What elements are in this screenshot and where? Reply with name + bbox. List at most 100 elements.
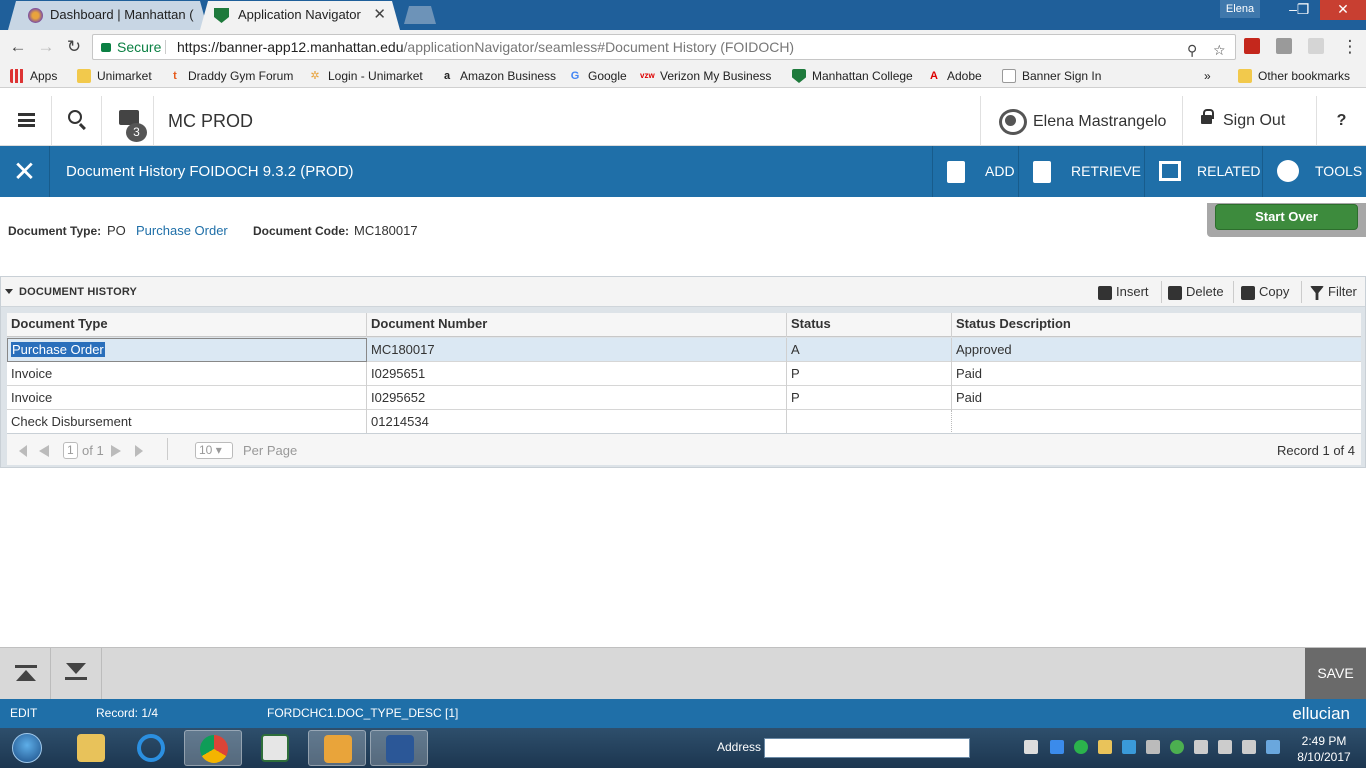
display-icon[interactable] — [1266, 740, 1280, 754]
document-type-cell[interactable]: Check Disbursement — [7, 410, 367, 434]
document-type-cell[interactable]: Purchase Order — [7, 338, 367, 362]
insert-button[interactable]: Insert — [1098, 284, 1149, 300]
browser-tab-dashboard[interactable]: Dashboard | Manhattan ( — [8, 1, 208, 30]
new-tab-button[interactable] — [404, 6, 436, 24]
secure-indicator[interactable]: Secure — [101, 35, 161, 59]
status-cell[interactable] — [787, 410, 952, 434]
mail-icon[interactable] — [1098, 740, 1112, 754]
other-bookmarks[interactable]: Other bookmarks — [1238, 68, 1350, 84]
delete-button[interactable]: Delete — [1168, 284, 1224, 300]
reload-icon[interactable]: ↻ — [64, 37, 84, 57]
window-close-icon[interactable]: ✕ — [1320, 0, 1366, 20]
flag-icon[interactable] — [1024, 740, 1038, 754]
status-cell[interactable]: P — [787, 362, 952, 386]
tab-title: Dashboard | Manhattan ( — [50, 7, 194, 22]
volume-icon[interactable] — [1242, 740, 1256, 754]
filter-button[interactable]: Filter — [1310, 284, 1357, 300]
bookmark-google[interactable]: G Google — [568, 68, 627, 84]
first-page-icon[interactable] — [19, 445, 27, 457]
status-cell[interactable]: P — [787, 386, 952, 410]
browser-profile-name[interactable]: Elena — [1220, 0, 1260, 18]
status-description-cell[interactable]: Paid — [952, 362, 1361, 386]
document-number-cell[interactable]: I0295652 — [367, 386, 787, 410]
copy-button[interactable]: Copy — [1241, 284, 1289, 300]
sync-icon[interactable] — [1074, 740, 1088, 754]
search-button[interactable] — [52, 96, 102, 146]
related-button[interactable]: RELATED — [1144, 146, 1262, 197]
bookmarks-overflow-button[interactable]: » — [1204, 68, 1211, 84]
table-row[interactable]: Invoice I0295651 P Paid — [7, 362, 1361, 386]
security-icon[interactable] — [1170, 740, 1184, 754]
address-toolbar-input[interactable] — [764, 738, 970, 758]
chrome-menu-icon[interactable]: ⋮ — [1340, 37, 1360, 57]
bookmark-apps[interactable]: Apps — [10, 68, 57, 84]
table-row[interactable]: Check Disbursement 01214534 — [7, 410, 1361, 434]
drive-icon[interactable] — [1050, 740, 1064, 754]
address-bar[interactable]: Secure https://banner-app12.manhattan.ed… — [92, 34, 1236, 60]
printer-icon[interactable] — [1146, 740, 1160, 754]
column-header-document-number[interactable]: Document Number — [367, 313, 787, 337]
forward-arrow-icon[interactable]: → — [36, 37, 56, 57]
user-menu[interactable]: Elena Mastrangelo — [980, 96, 1182, 146]
sign-out-button[interactable]: Sign Out — [1182, 96, 1316, 146]
help-button[interactable]: ? — [1316, 96, 1366, 146]
taskbar-app[interactable] — [246, 730, 304, 766]
menu-button[interactable] — [0, 96, 52, 146]
collapse-caret-icon[interactable] — [5, 289, 13, 294]
adobe-extension-icon[interactable] — [1244, 38, 1260, 54]
column-header-status-description[interactable]: Status Description — [952, 313, 1361, 337]
status-description-cell[interactable]: Paid — [952, 386, 1361, 410]
bookmark-star-icon[interactable]: ☆ — [1213, 38, 1226, 62]
network-icon[interactable] — [1194, 740, 1208, 754]
taskbar-chrome[interactable] — [184, 730, 242, 766]
table-row[interactable]: Purchase Order MC180017 A Approved — [7, 338, 1361, 362]
taskbar-word[interactable] — [370, 730, 428, 766]
last-page-icon[interactable] — [135, 445, 143, 457]
taskbar-explorer[interactable] — [62, 730, 120, 766]
tray-app-icon[interactable] — [1122, 740, 1136, 754]
bookmark-verizon[interactable]: vzw Verizon My Business — [640, 68, 771, 84]
browser-tab-application-navigator[interactable]: Application Navigator ✕ — [200, 1, 400, 30]
retrieve-button[interactable]: RETRIEVE — [1018, 146, 1144, 197]
document-number-cell[interactable]: MC180017 — [367, 338, 787, 362]
page-number-input[interactable]: 1 — [63, 442, 78, 459]
taskbar-internet-explorer[interactable] — [122, 730, 180, 766]
status-description-cell[interactable]: Approved — [952, 338, 1361, 362]
back-arrow-icon[interactable]: ← — [8, 37, 28, 57]
table-row[interactable]: Invoice I0295652 P Paid — [7, 386, 1361, 410]
restore-icon[interactable]: ❐ — [1290, 0, 1316, 20]
document-type-cell[interactable]: Invoice — [7, 362, 367, 386]
bookmark-unimarket[interactable]: Unimarket — [77, 68, 152, 84]
key-icon[interactable]: ⚲ — [1187, 38, 1197, 62]
power-icon[interactable] — [1218, 740, 1232, 754]
bookmark-amazon-business[interactable]: a Amazon Business — [440, 68, 556, 84]
document-type-cell[interactable]: Invoice — [7, 386, 367, 410]
next-section-button[interactable] — [51, 648, 102, 699]
save-button[interactable]: SAVE — [1305, 648, 1366, 699]
add-button[interactable]: ADD — [932, 146, 1018, 197]
start-over-button[interactable]: Start Over — [1215, 204, 1358, 230]
bookmark-adobe[interactable]: A Adobe — [927, 68, 982, 84]
column-header-status[interactable]: Status — [787, 313, 952, 337]
document-number-cell[interactable]: 01214534 — [367, 410, 787, 434]
next-page-icon[interactable] — [111, 445, 121, 457]
bookmark-banner-sign-in[interactable]: Banner Sign In — [1002, 68, 1101, 84]
status-description-cell[interactable] — [952, 410, 1361, 434]
extension-icon[interactable] — [1276, 38, 1292, 54]
bookmark-manhattan-college[interactable]: Manhattan College — [792, 68, 913, 84]
close-page-icon[interactable]: ✕ — [0, 146, 50, 197]
extension-b-icon[interactable] — [1308, 38, 1324, 54]
tools-button[interactable]: TOOLS — [1262, 146, 1366, 197]
per-page-select[interactable]: 10 ▾ — [195, 442, 233, 459]
document-number-cell[interactable]: I0295651 — [367, 362, 787, 386]
previous-section-button[interactable] — [0, 648, 51, 699]
taskbar-outlook[interactable] — [308, 730, 366, 766]
status-cell[interactable]: A — [787, 338, 952, 362]
previous-page-icon[interactable] — [39, 445, 49, 457]
bookmark-draddy-gym-forum[interactable]: t Draddy Gym Forum — [168, 68, 293, 84]
bookmark-login-unimarket[interactable]: ✲ Login - Unimarket — [308, 68, 422, 84]
start-button[interactable] — [6, 731, 48, 765]
close-tab-icon[interactable]: ✕ — [373, 1, 386, 29]
column-header-document-type[interactable]: Document Type — [7, 313, 367, 337]
system-clock[interactable]: 2:49 PM 8/10/2017 — [1294, 733, 1354, 765]
